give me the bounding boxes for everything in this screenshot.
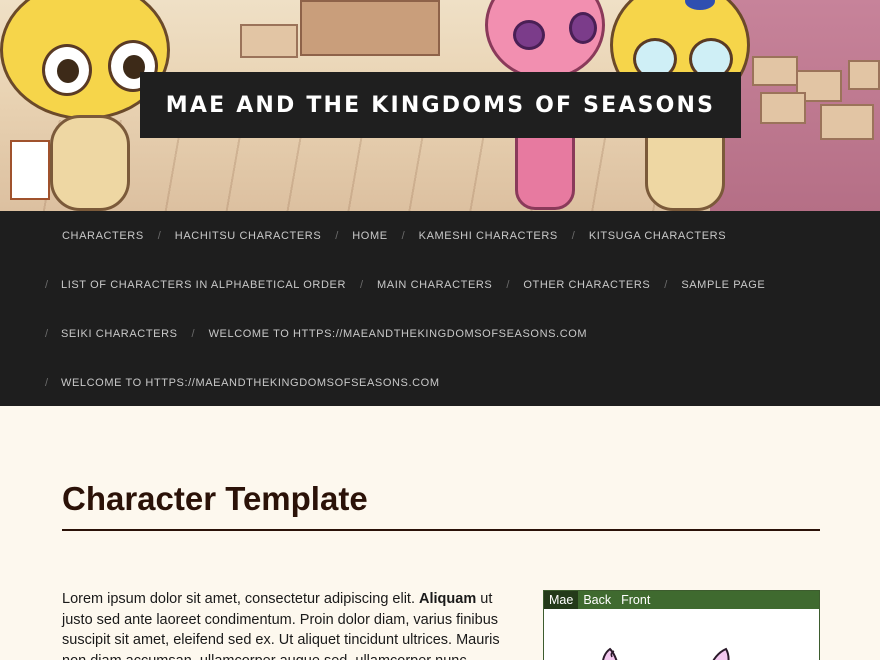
title-divider: [62, 529, 820, 531]
nav-link-home[interactable]: HOME: [352, 230, 387, 242]
body-text-bold: Aliquam: [419, 591, 477, 607]
header-banner-image: MAE AND THE KINGDOMS OF SEASONS: [0, 0, 880, 211]
nav-row-1: CHARACTERS / HACHITSU CHARACTERS / HOME …: [0, 211, 726, 260]
nav-separator: /: [44, 376, 48, 389]
nav-row-4: / WELCOME TO HTTPS://MAEANDTHEKINGDOMSOF…: [0, 358, 440, 407]
nav-separator: /: [157, 229, 161, 242]
nav-separator: /: [401, 229, 405, 242]
nav-link-sample-page[interactable]: SAMPLE PAGE: [681, 279, 765, 291]
tab-front[interactable]: Front: [616, 591, 655, 609]
nav-link-other-characters[interactable]: OTHER CHARACTERS: [523, 279, 650, 291]
main-navigation: CHARACTERS / HACHITSU CHARACTERS / HOME …: [0, 211, 880, 406]
counter: [300, 0, 440, 56]
crate: [752, 56, 798, 86]
nav-link-main-characters[interactable]: MAIN CHARACTERS: [377, 279, 492, 291]
crate: [820, 104, 874, 140]
tab-bar: Mae Back Front: [544, 591, 819, 609]
page-title: Character Template: [62, 480, 368, 517]
character-image-tabber: Mae Back Front: [543, 590, 820, 660]
nav-link-welcome-duplicate[interactable]: WELCOME TO HTTPS://MAEANDTHEKINGDOMSOFSE…: [61, 377, 440, 389]
nav-separator: /: [664, 278, 668, 291]
tab-mae[interactable]: Mae: [544, 591, 579, 609]
site-title[interactable]: MAE AND THE KINGDOMS OF SEASONS: [166, 93, 715, 118]
nav-row-2: / LIST OF CHARACTERS IN ALPHABETICAL ORD…: [0, 260, 765, 309]
nav-separator: /: [359, 278, 364, 291]
nav-row-3: / SEIKI CHARACTERS / WELCOME TO HTTPS://…: [0, 309, 587, 358]
body-paragraph: Lorem ipsum dolor sit amet, consectetur …: [62, 589, 517, 660]
nav-link-welcome[interactable]: WELCOME TO HTTPS://MAEANDTHEKINGDOMSOFSE…: [209, 328, 588, 340]
nav-separator: /: [191, 327, 195, 340]
nav-link-kitsuga-characters[interactable]: KITSUGA CHARACTERS: [589, 230, 726, 242]
nav-link-alphabetical-list[interactable]: LIST OF CHARACTERS IN ALPHABETICAL ORDER: [61, 279, 346, 291]
nav-link-hachitsu-characters[interactable]: HACHITSU CHARACTERS: [175, 230, 321, 242]
crate: [240, 24, 298, 58]
nav-link-seiki-characters[interactable]: SEIKI CHARACTERS: [61, 328, 178, 340]
character-image: [602, 647, 730, 660]
nav-separator: /: [571, 229, 575, 242]
nav-link-kameshi-characters[interactable]: KAMESHI CHARACTERS: [419, 230, 558, 242]
crate: [848, 60, 880, 90]
body-text-start: Lorem ipsum dolor sit amet, consectetur …: [62, 591, 420, 607]
nav-separator: /: [44, 327, 48, 340]
nav-separator: /: [506, 278, 510, 291]
tab-back[interactable]: Back: [578, 591, 616, 609]
site-title-box: MAE AND THE KINGDOMS OF SEASONS: [140, 72, 741, 138]
crate: [760, 92, 806, 124]
nav-separator: /: [44, 278, 48, 291]
nav-link-characters[interactable]: CHARACTERS: [62, 230, 144, 242]
nav-separator: /: [335, 229, 339, 242]
